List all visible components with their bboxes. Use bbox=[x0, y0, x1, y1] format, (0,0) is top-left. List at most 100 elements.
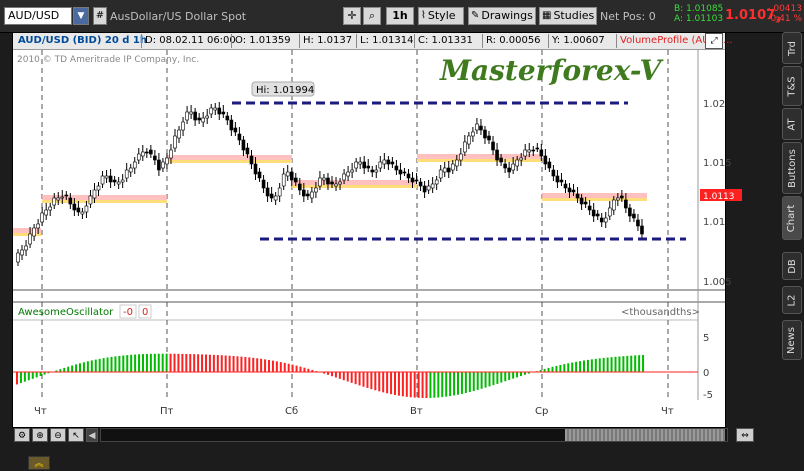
tab-chart[interactable]: Chart bbox=[782, 196, 802, 240]
candle-body bbox=[600, 218, 603, 222]
collapse-icon[interactable]: ︽ bbox=[28, 456, 50, 470]
candle-body bbox=[504, 164, 507, 168]
zoom-in-icon[interactable]: ⊕ bbox=[32, 428, 48, 442]
tab-news[interactable]: News bbox=[782, 320, 802, 360]
candle-body bbox=[471, 132, 474, 136]
candle-body bbox=[620, 196, 623, 198]
oscillator-bar bbox=[583, 360, 585, 372]
candle-body bbox=[41, 213, 44, 222]
oscillator-bar bbox=[607, 358, 609, 372]
tab-db[interactable]: DB bbox=[782, 252, 802, 280]
osc-label: -5 bbox=[703, 390, 713, 401]
candle-body bbox=[117, 182, 120, 184]
oscillator-bar bbox=[122, 355, 124, 372]
oscillator-bar bbox=[630, 356, 632, 372]
volume-profile-value-area bbox=[292, 185, 417, 188]
candle-body bbox=[77, 208, 80, 212]
candle-body bbox=[93, 190, 96, 198]
oscillator-bar bbox=[75, 364, 77, 372]
candle-body bbox=[125, 170, 128, 178]
candle-body bbox=[379, 162, 382, 168]
osc-name[interactable]: AwesomeOscillator bbox=[18, 307, 114, 318]
oscillator-bar bbox=[300, 367, 302, 372]
price-label: 1.015 bbox=[703, 158, 732, 169]
oscillator-bar bbox=[429, 372, 431, 398]
settings-icon[interactable]: ⚙ bbox=[14, 428, 30, 442]
tab-at[interactable]: AT bbox=[782, 108, 802, 140]
oscillator-bar bbox=[591, 359, 593, 372]
candle-body bbox=[45, 210, 48, 215]
candle-body bbox=[314, 188, 317, 192]
cursor-icon[interactable]: ↖ bbox=[68, 428, 84, 442]
oscillator-bar bbox=[414, 372, 416, 398]
candle-body bbox=[153, 156, 156, 160]
oscillator-bar bbox=[158, 354, 160, 372]
oscillator-bar bbox=[422, 372, 424, 398]
expand-icon[interactable]: ⇔ bbox=[736, 428, 754, 442]
candle-body bbox=[298, 184, 301, 190]
oscillator-bar bbox=[63, 368, 65, 372]
candle-body bbox=[294, 178, 297, 182]
candle-body bbox=[69, 198, 72, 204]
scroll-left-icon[interactable]: ◀ bbox=[86, 428, 98, 442]
oscillator-bar bbox=[575, 362, 577, 372]
candle-body bbox=[584, 202, 587, 204]
candle-body bbox=[169, 150, 172, 158]
zoom-out-icon[interactable]: ⊖ bbox=[50, 428, 66, 442]
oscillator-bar bbox=[410, 372, 412, 397]
oscillator-bar bbox=[24, 372, 26, 382]
tab-time-and-sales[interactable]: T&S bbox=[782, 66, 802, 106]
oscillator-bar bbox=[398, 372, 400, 396]
oscillator-bar bbox=[87, 361, 89, 372]
oscillator-bar bbox=[489, 372, 491, 386]
candle-body bbox=[488, 136, 491, 140]
oscillator-bar bbox=[642, 355, 644, 372]
candle-body bbox=[109, 176, 112, 182]
candle-body bbox=[395, 166, 398, 170]
candle-body bbox=[596, 214, 599, 216]
scrollbar-thumb[interactable] bbox=[565, 429, 725, 441]
candle-body bbox=[274, 196, 277, 200]
oscillator-bar bbox=[16, 372, 18, 384]
oscillator-bar bbox=[504, 372, 506, 381]
oscillator-bar bbox=[449, 372, 451, 396]
candle-body bbox=[383, 160, 386, 164]
oscillator-bar bbox=[174, 354, 176, 372]
candle-body bbox=[403, 172, 406, 173]
candle-body bbox=[230, 120, 233, 130]
oscillator-bar bbox=[579, 361, 581, 372]
oscillator-bar bbox=[130, 355, 132, 372]
oscillator-bar bbox=[402, 372, 404, 396]
tab-label: Chart bbox=[787, 204, 798, 231]
candle-body bbox=[218, 108, 221, 114]
oscillator-bar bbox=[292, 365, 294, 372]
tab-trd[interactable]: Trd bbox=[782, 32, 802, 64]
oscillator-bar bbox=[548, 368, 550, 372]
oscillator-bar bbox=[587, 360, 589, 372]
candle-body bbox=[347, 172, 350, 176]
candle-body bbox=[49, 207, 52, 210]
tab-level2[interactable]: L2 bbox=[782, 286, 802, 314]
oscillator-bar bbox=[366, 372, 368, 388]
oscillator-bar bbox=[67, 367, 69, 372]
oscillator-bar bbox=[166, 354, 168, 372]
price-label: 1.01 bbox=[703, 217, 725, 228]
time-label: Чт bbox=[661, 406, 674, 417]
oscillator-bar bbox=[461, 372, 463, 394]
candle-body bbox=[270, 194, 273, 198]
hi-label: Hi: 1.01994 bbox=[256, 85, 314, 96]
oscillator-bar bbox=[95, 360, 97, 372]
tab-buttons[interactable]: Buttons bbox=[782, 142, 802, 194]
oscillator-bar bbox=[492, 372, 494, 385]
time-label: Ср bbox=[535, 406, 548, 417]
candle-body bbox=[359, 162, 362, 164]
candle-body bbox=[222, 112, 225, 114]
candle-body bbox=[520, 158, 523, 160]
volume-profile-value-area bbox=[42, 200, 167, 203]
oscillator-bar bbox=[473, 372, 475, 391]
oscillator-bar bbox=[142, 354, 144, 372]
candle-body bbox=[73, 204, 76, 210]
osc-units: <thousandths> bbox=[621, 307, 700, 318]
current-price-label: 1.0113 bbox=[703, 192, 735, 202]
oscillator-bar bbox=[520, 372, 522, 376]
